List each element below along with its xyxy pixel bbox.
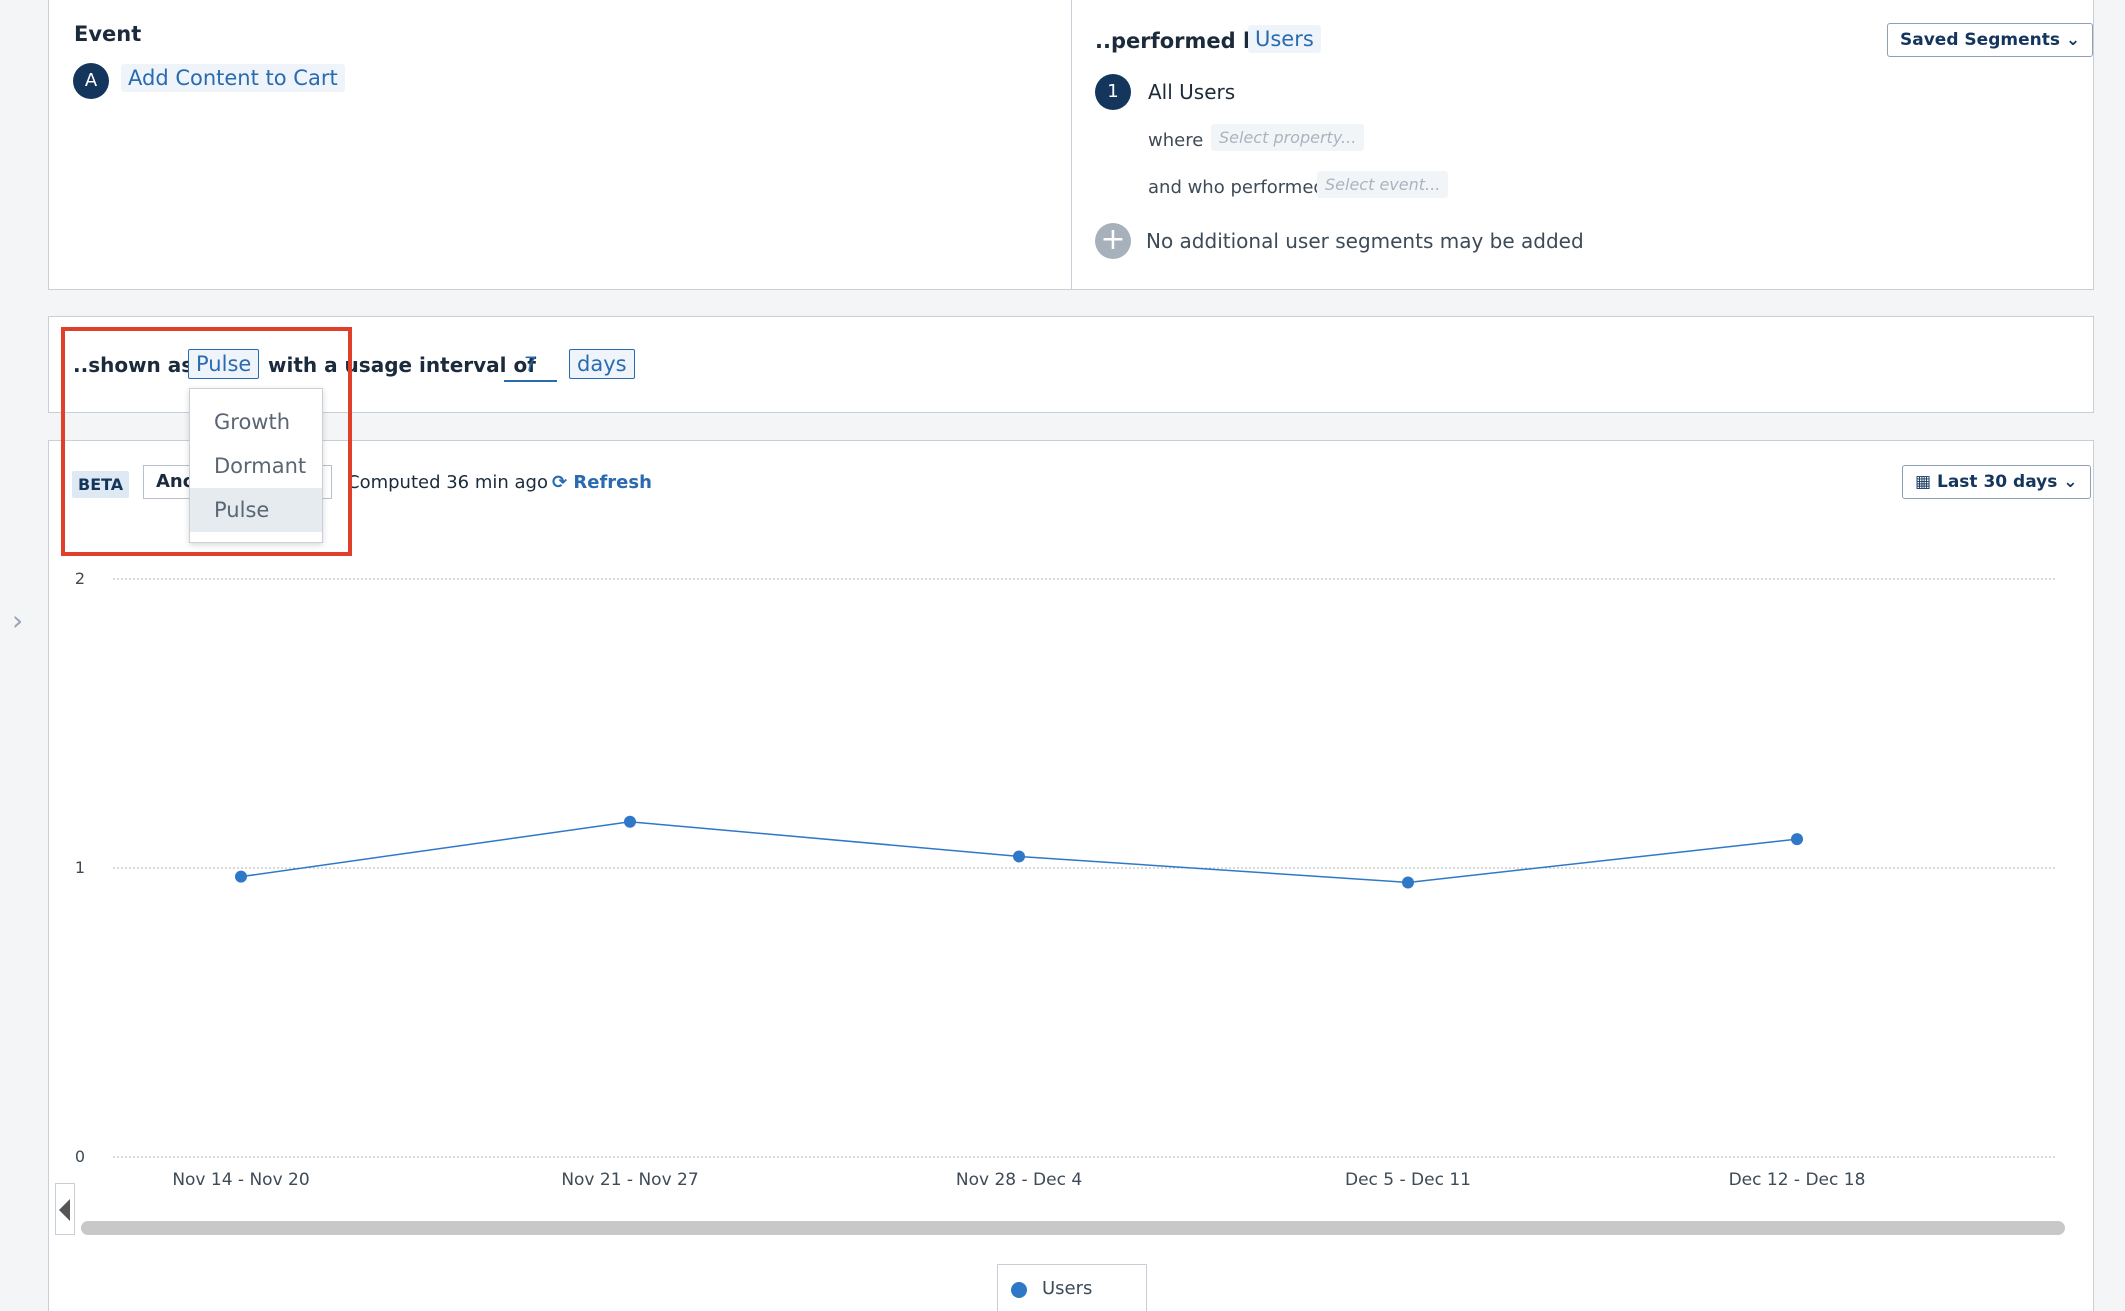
segment-number-badge: 1 <box>1095 74 1131 110</box>
data-point[interactable] <box>235 870 247 883</box>
event-name-chip[interactable]: Add Content to Cart <box>121 64 345 92</box>
select-event-input[interactable]: Select event... <box>1317 171 1449 198</box>
x-tick-label: Nov 21 - Nov 27 <box>561 1170 698 1190</box>
y-tick-label: 2 <box>75 569 85 588</box>
saved-segments-button[interactable]: Saved Segments ⌄ <box>1887 23 2094 57</box>
add-segment-icon[interactable]: + <box>1095 223 1131 259</box>
select-property-input[interactable]: Select property... <box>1211 124 1365 151</box>
no-more-segments-text: No additional user segments may be added <box>1146 229 1584 253</box>
event-badge: A <box>73 63 109 99</box>
event-title: Event <box>74 22 142 46</box>
x-tick-label: Dec 5 - Dec 11 <box>1345 1170 1471 1190</box>
performed-by-title: ..performed by <box>1095 29 1272 53</box>
who-performed-label: and who performed <box>1148 177 1325 198</box>
event-panel: Event A Add Content to Cart <box>48 0 1072 290</box>
legend-marker <box>1011 1282 1027 1298</box>
entity-chip[interactable]: Users <box>1248 25 1321 53</box>
data-point[interactable] <box>624 815 636 828</box>
shown-as-panel: ..shown as Pulse with a usage interval o… <box>48 316 2094 413</box>
data-point[interactable] <box>1791 833 1803 846</box>
chart-legend[interactable]: Users <box>997 1264 1147 1311</box>
data-point[interactable] <box>1402 876 1414 889</box>
expand-sidebar-icon[interactable]: › <box>12 604 23 637</box>
performed-by-panel: ..performed by Users Saved Segments ⌄ 1 … <box>1071 0 2094 290</box>
horizontal-scrollbar[interactable] <box>81 1221 2065 1235</box>
x-tick-label: Dec 12 - Dec 18 <box>1729 1170 1866 1190</box>
interval-input[interactable] <box>504 350 557 382</box>
scroll-left-button[interactable] <box>55 1183 75 1235</box>
x-tick-label: Nov 28 - Dec 4 <box>956 1170 1082 1190</box>
chevron-down-icon: ⌄ <box>2065 30 2081 50</box>
saved-segments-label: Saved Segments <box>1900 30 2060 50</box>
y-tick-label: 0 <box>75 1147 85 1166</box>
x-tick-label: Nov 14 - Nov 20 <box>172 1170 309 1190</box>
chart-panel: BETA Ano Computed 36 min ago ⟳ Refresh ▦… <box>48 440 2094 1311</box>
segment-name: All Users <box>1148 80 1236 104</box>
where-label: where <box>1148 130 1204 151</box>
highlight-annotation <box>61 327 352 556</box>
data-point[interactable] <box>1013 850 1025 863</box>
legend-label-users: Users <box>1042 1278 1093 1299</box>
interval-unit-select[interactable]: days <box>569 349 635 379</box>
line-chart: 0 1 2 Nov 14 - Nov 20 Nov 21 - Nov 27 Nov 28 … <box>75 569 2057 1190</box>
y-tick-label: 1 <box>75 858 85 877</box>
